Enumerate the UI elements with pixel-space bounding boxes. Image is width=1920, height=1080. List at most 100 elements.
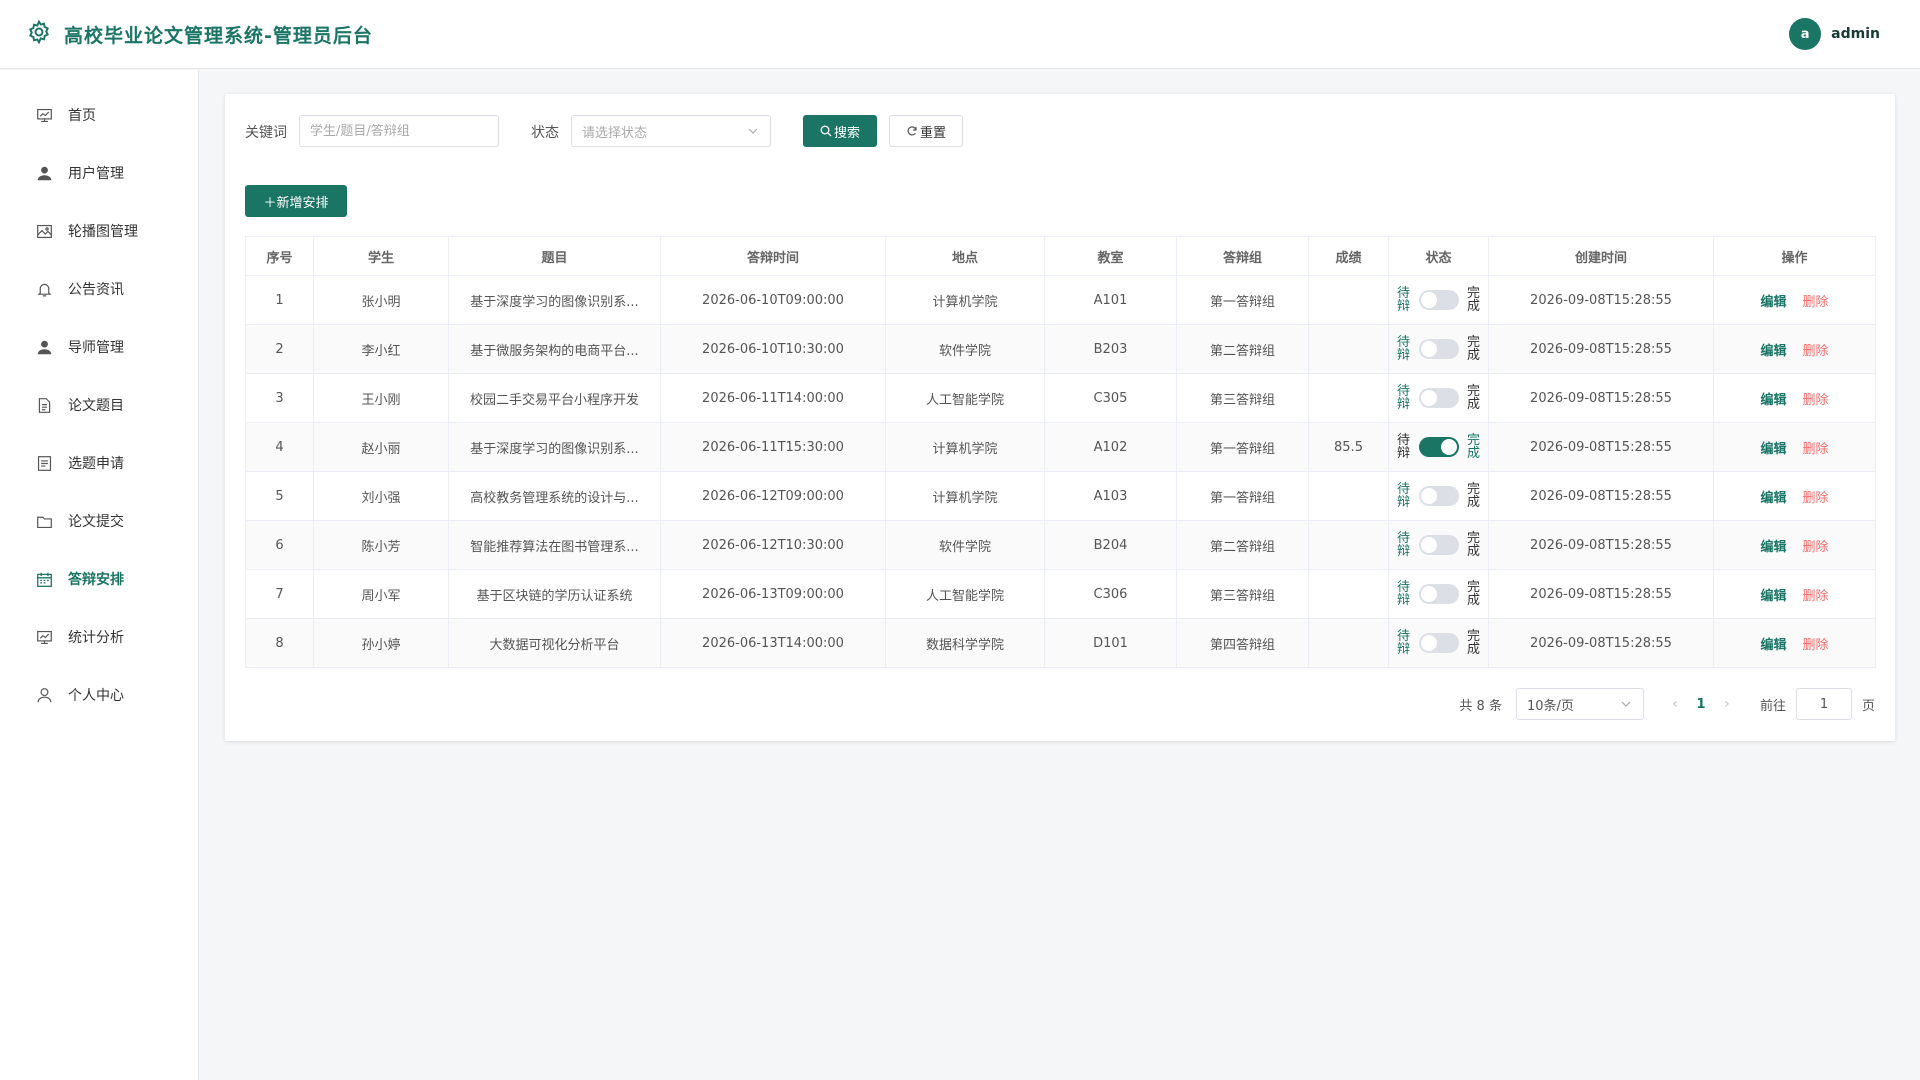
edit-button[interactable]: 编辑: [1760, 393, 1786, 408]
sidebar-item-profile[interactable]: 个人中心: [0, 675, 199, 715]
cell-topic: 基于微服务架构的电商平台...: [448, 324, 661, 374]
column-header: 教室: [1044, 236, 1177, 276]
table-header-row: 序号 学生 题目 答辩时间 地点 教室 答辩组 成绩 状态 创建时间 操作: [245, 236, 1876, 276]
toggle-switch[interactable]: [1418, 535, 1459, 555]
folder-icon: [37, 516, 52, 528]
sidebar-item-label: 个人中心: [68, 688, 124, 704]
keyword-label: 关键词: [245, 125, 287, 141]
goto-page-input[interactable]: 1: [1795, 688, 1852, 720]
toggle-switch[interactable]: [1418, 339, 1459, 359]
keyword-field[interactable]: [310, 123, 498, 139]
cell-time: 2026-06-13T09:00:00: [660, 569, 886, 619]
switch-off-text: 待辩: [1396, 531, 1410, 559]
delete-button[interactable]: 删除: [1803, 491, 1829, 506]
next-page-icon[interactable]: ›: [1716, 696, 1738, 712]
username[interactable]: admin: [1831, 26, 1880, 42]
edit-button[interactable]: 编辑: [1760, 295, 1786, 310]
column-header: 学生: [313, 236, 449, 276]
sidebar-item-announcements[interactable]: 公告资讯: [0, 269, 199, 309]
toggle-switch[interactable]: [1418, 584, 1459, 604]
cell-status: 待辩 完成: [1388, 324, 1489, 374]
sidebar-item-submissions[interactable]: 论文提交: [0, 501, 199, 541]
edit-button[interactable]: 编辑: [1760, 344, 1786, 359]
toggle-switch[interactable]: [1418, 290, 1459, 310]
status-switch[interactable]: 待辩 完成: [1395, 532, 1482, 558]
status-switch[interactable]: 待辩 完成: [1395, 385, 1482, 411]
column-header: 答辩组: [1176, 236, 1309, 276]
status-switch[interactable]: 待辩 完成: [1395, 630, 1482, 656]
cell-status: 待辩 完成: [1388, 373, 1489, 423]
keyword-input[interactable]: [299, 115, 499, 147]
refresh-icon: [907, 126, 917, 136]
status-switch[interactable]: 待辩 完成: [1395, 287, 1482, 313]
switch-on-text: 完成: [1466, 384, 1480, 412]
switch-on-text: 完成: [1466, 580, 1480, 608]
status-select[interactable]: 请选择状态: [571, 115, 771, 147]
total-count: 共 8 条: [1459, 698, 1502, 714]
toggle-switch[interactable]: [1418, 437, 1459, 457]
page-size-select[interactable]: 10条/页: [1515, 688, 1644, 720]
sidebar-item-label: 统计分析: [68, 630, 124, 646]
cell-status: 待辩 完成: [1388, 569, 1489, 619]
cell-room: B203: [1044, 324, 1177, 374]
sidebar-item-applications[interactable]: 选题申请: [0, 443, 199, 483]
toggle-switch[interactable]: [1418, 486, 1459, 506]
sidebar-item-topics[interactable]: 论文题目: [0, 385, 199, 425]
sidebar-item-home[interactable]: 首页: [0, 95, 199, 135]
cell-topic: 基于深度学习的图像识别系...: [448, 275, 661, 325]
cell-place: 人工智能学院: [885, 569, 1045, 619]
delete-button[interactable]: 删除: [1803, 295, 1829, 310]
delete-button[interactable]: 删除: [1803, 638, 1829, 653]
delete-button[interactable]: 删除: [1803, 344, 1829, 359]
prev-page-icon[interactable]: ‹: [1664, 696, 1686, 712]
goto-label: 前往: [1759, 698, 1786, 714]
sidebar-item-users[interactable]: 用户管理: [0, 153, 199, 193]
toggle-switch[interactable]: [1418, 388, 1459, 408]
edit-button[interactable]: 编辑: [1760, 442, 1786, 457]
status-label: 状态: [531, 125, 559, 141]
sidebar-item-label: 论文提交: [68, 514, 124, 530]
cell-student: 孙小婷: [313, 618, 449, 668]
page-number-current[interactable]: 1: [1686, 697, 1716, 712]
user-icon: [37, 340, 52, 354]
status-switch[interactable]: 待辩 完成: [1395, 434, 1482, 460]
add-schedule-button[interactable]: ＋ 新增安排: [245, 185, 347, 217]
switch-on-text: 完成: [1466, 482, 1480, 510]
cell-no: 1: [245, 275, 314, 325]
edit-button[interactable]: 编辑: [1760, 589, 1786, 604]
sidebar-item-carousel[interactable]: 轮播图管理: [0, 211, 199, 251]
delete-button[interactable]: 删除: [1803, 442, 1829, 457]
status-switch[interactable]: 待辩 完成: [1395, 581, 1482, 607]
cell-time: 2026-06-13T14:00:00: [660, 618, 886, 668]
status-switch[interactable]: 待辩 完成: [1395, 336, 1482, 362]
cell-group: 第一答辩组: [1176, 422, 1309, 472]
sidebar-item-defense[interactable]: 答辩安排: [0, 559, 199, 599]
delete-button[interactable]: 删除: [1803, 589, 1829, 604]
avatar[interactable]: a: [1789, 18, 1822, 50]
edit-button[interactable]: 编辑: [1760, 491, 1786, 506]
cell-status: 待辩 完成: [1388, 422, 1489, 472]
search-button[interactable]: 搜索: [803, 115, 877, 147]
delete-button[interactable]: 删除: [1803, 540, 1829, 555]
toggle-switch[interactable]: [1418, 633, 1459, 653]
sidebar-item-label: 公告资讯: [68, 282, 124, 298]
edit-button[interactable]: 编辑: [1760, 638, 1786, 653]
cell-student: 赵小丽: [313, 422, 449, 472]
plus-icon: ＋: [263, 195, 277, 211]
calendar-icon: [37, 572, 52, 587]
edit-button[interactable]: 编辑: [1760, 540, 1786, 555]
delete-button[interactable]: 删除: [1803, 393, 1829, 408]
defense-table: 序号 学生 题目 答辩时间 地点 教室 答辩组 成绩 状态 创建时间 操作 1张…: [245, 236, 1876, 668]
status-switch[interactable]: 待辩 完成: [1395, 483, 1482, 509]
sidebar-item-tutors[interactable]: 导师管理: [0, 327, 199, 367]
cell-no: 3: [245, 373, 314, 423]
reset-button[interactable]: 重置: [889, 115, 963, 147]
sidebar-item-statistics[interactable]: 统计分析: [0, 617, 199, 657]
switch-on-text: 完成: [1466, 286, 1480, 314]
cell-score: [1308, 275, 1389, 325]
switch-off-text: 待辩: [1396, 482, 1410, 510]
user-menu[interactable]: a admin: [1789, 18, 1880, 50]
image-icon: [37, 224, 52, 238]
cell-time: 2026-06-12T10:30:00: [660, 520, 886, 570]
cell-topic: 校园二手交易平台小程序开发: [448, 373, 661, 423]
